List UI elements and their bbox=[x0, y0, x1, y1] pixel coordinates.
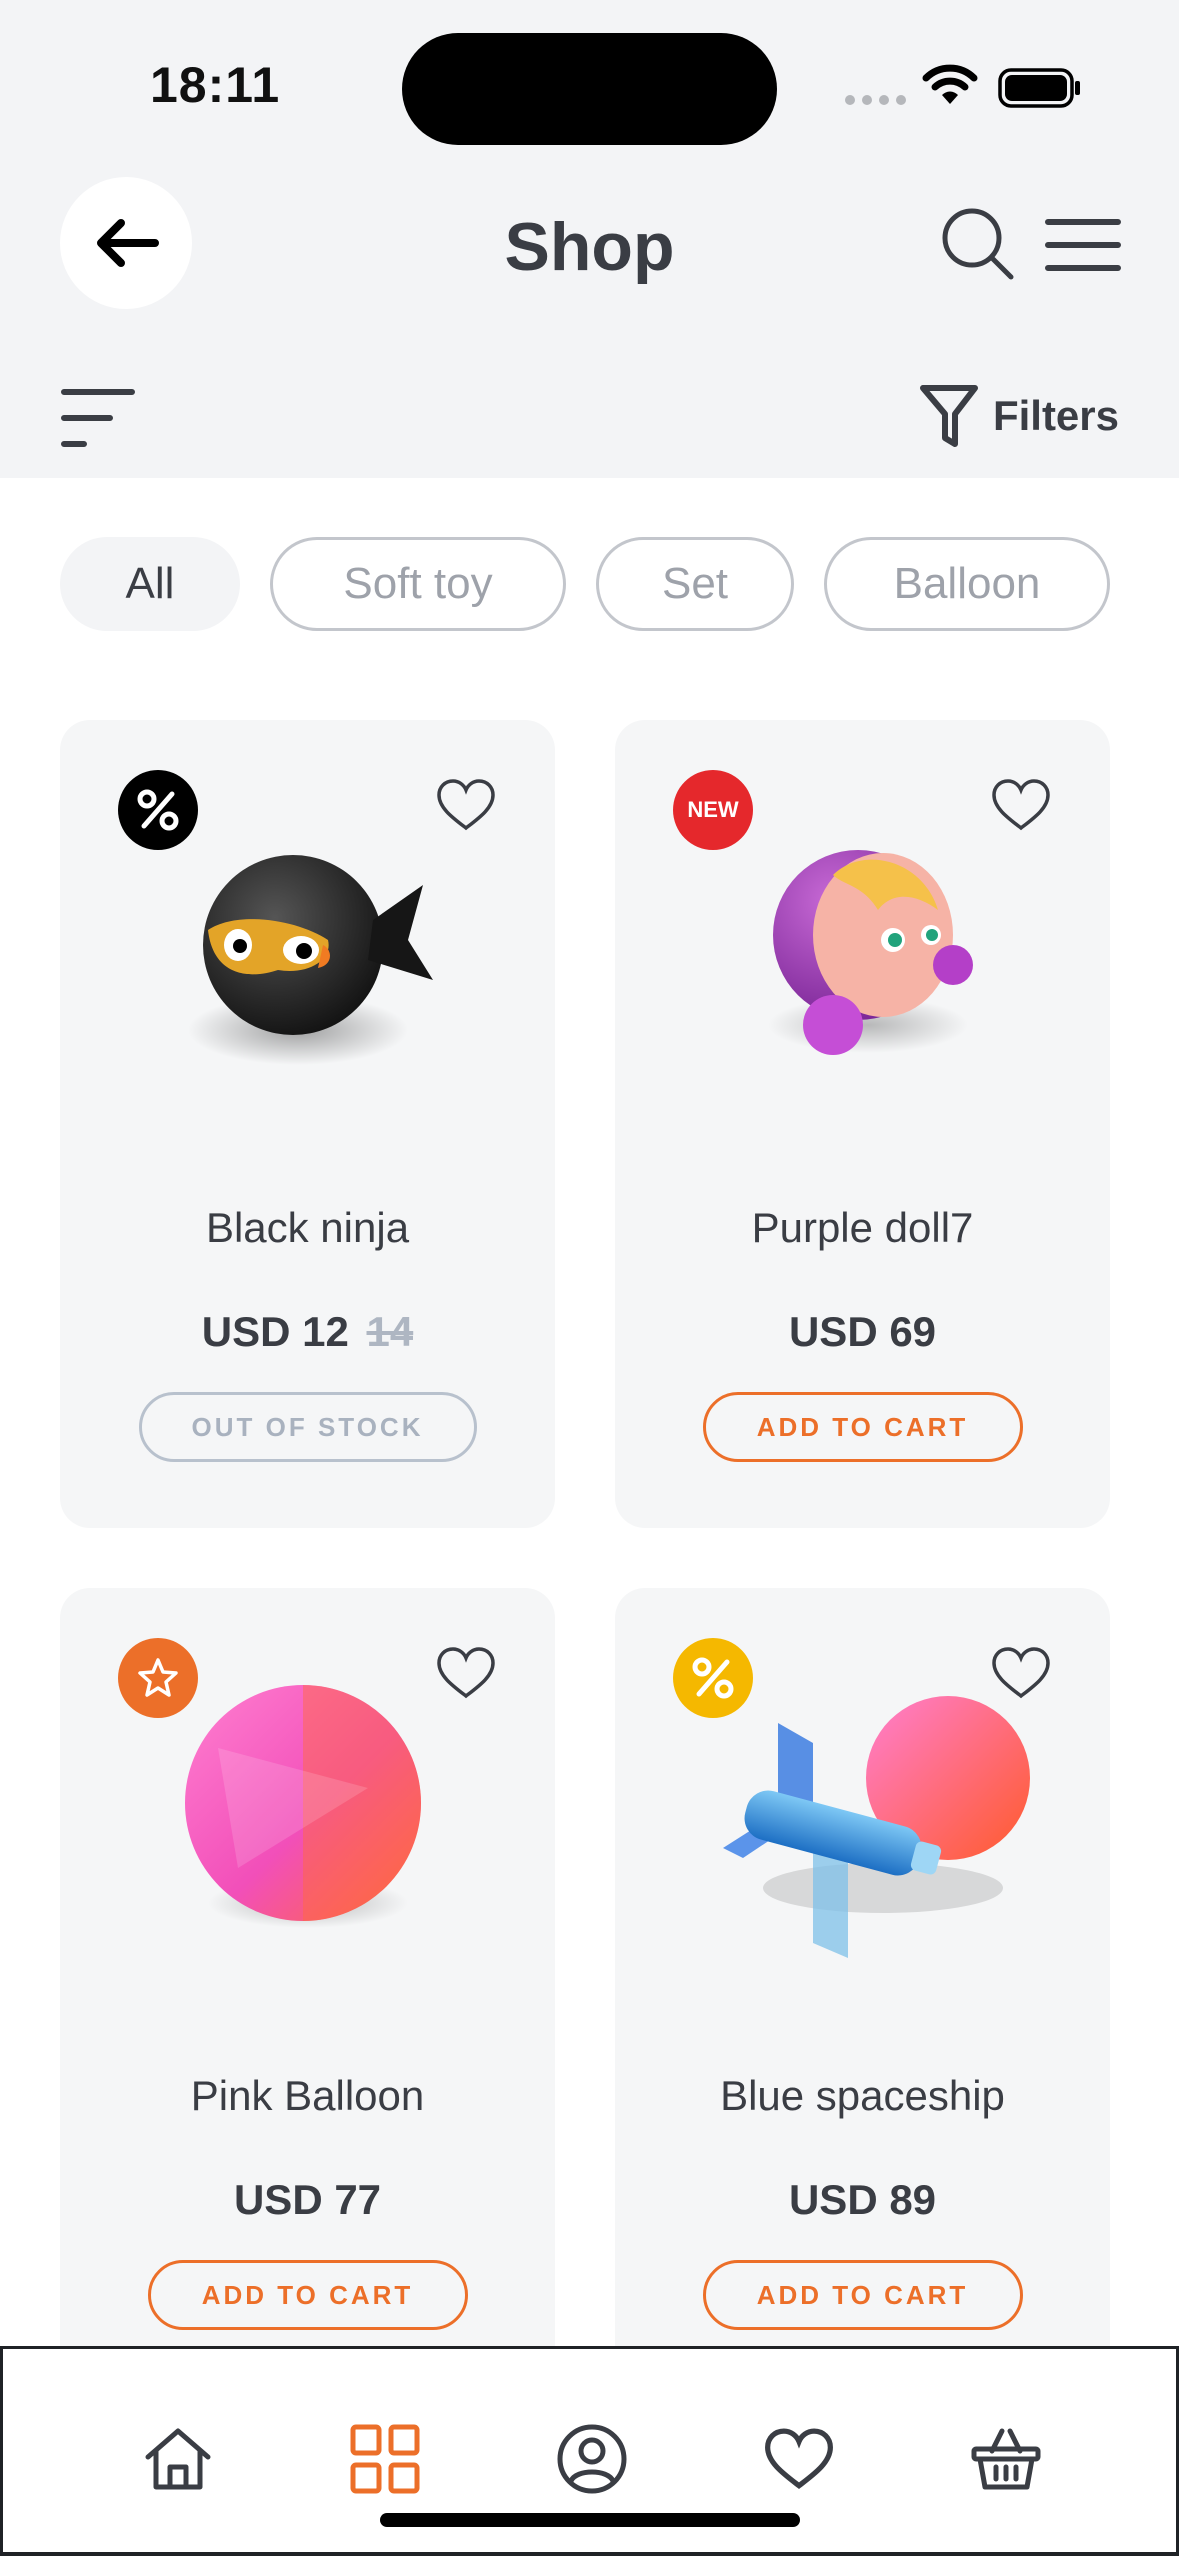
basket-icon bbox=[971, 2428, 1041, 2490]
product-image-ninja bbox=[60, 800, 555, 1130]
product-image-doll bbox=[615, 800, 1110, 1130]
chip-set[interactable]: Set bbox=[596, 537, 794, 631]
add-to-cart-button[interactable]: ADD TO CART bbox=[147, 2260, 468, 2330]
out-of-stock-button[interactable]: OUT OF STOCK bbox=[138, 1392, 477, 1462]
filters-label: Filters bbox=[992, 392, 1119, 439]
nav-profile[interactable] bbox=[552, 2419, 632, 2499]
product-name: Blue spaceship bbox=[720, 2072, 1005, 2119]
dynamic-island bbox=[402, 33, 777, 145]
product-image-balloon bbox=[60, 1668, 555, 1998]
profile-icon bbox=[557, 2424, 627, 2494]
filters-button[interactable]: Filters bbox=[919, 384, 1119, 448]
product-card[interactable]: Blue spaceship USD 89 ADD TO CART bbox=[615, 1588, 1110, 2396]
heart-icon bbox=[765, 2428, 833, 2490]
cellular-signal-icon bbox=[845, 95, 906, 105]
add-to-cart-button[interactable]: ADD TO CART bbox=[702, 2260, 1023, 2330]
product-card[interactable]: NEW Purple doll7 USD 69 ADD TO CART bbox=[615, 720, 1110, 1528]
chip-balloon[interactable]: Balloon bbox=[824, 537, 1110, 631]
price-old: 14 bbox=[366, 1308, 414, 1355]
funnel-icon bbox=[919, 385, 978, 447]
wifi-icon bbox=[922, 64, 978, 104]
product-name: Black ninja bbox=[205, 1204, 410, 1251]
hamburger-menu-icon[interactable] bbox=[1045, 218, 1121, 272]
chip-all[interactable]: All bbox=[60, 537, 240, 631]
status-time: 18:11 bbox=[150, 57, 281, 113]
home-icon bbox=[145, 2428, 211, 2490]
product-name: Pink Balloon bbox=[190, 2072, 425, 2119]
grid-icon bbox=[350, 2424, 420, 2494]
product-image-spaceship bbox=[615, 1668, 1110, 1998]
home-indicator bbox=[380, 2513, 800, 2527]
nav-cart[interactable] bbox=[966, 2419, 1046, 2499]
nav-catalog[interactable] bbox=[345, 2419, 425, 2499]
price-current: USD 12 bbox=[201, 1308, 349, 1355]
search-icon[interactable] bbox=[940, 206, 1016, 282]
battery-icon bbox=[998, 68, 1080, 108]
nav-favorites[interactable] bbox=[759, 2419, 839, 2499]
product-price: USD 77 bbox=[233, 2176, 382, 2223]
chip-soft-toy[interactable]: Soft toy bbox=[270, 537, 566, 631]
nav-home[interactable] bbox=[138, 2419, 218, 2499]
product-name: Purple doll7 bbox=[751, 1204, 974, 1251]
product-price: USD 12 14 bbox=[60, 1308, 555, 1356]
product-card[interactable]: Black ninja USD 12 14 OUT OF STOCK bbox=[60, 720, 555, 1528]
product-price: USD 69 bbox=[788, 1308, 937, 1355]
sort-icon[interactable] bbox=[60, 388, 136, 448]
product-price: USD 89 bbox=[788, 2176, 937, 2223]
add-to-cart-button[interactable]: ADD TO CART bbox=[702, 1392, 1023, 1462]
category-chips: All Soft toy Set Balloon bbox=[60, 537, 1110, 631]
product-card[interactable]: Pink Balloon USD 77 ADD TO CART bbox=[60, 1588, 555, 2396]
